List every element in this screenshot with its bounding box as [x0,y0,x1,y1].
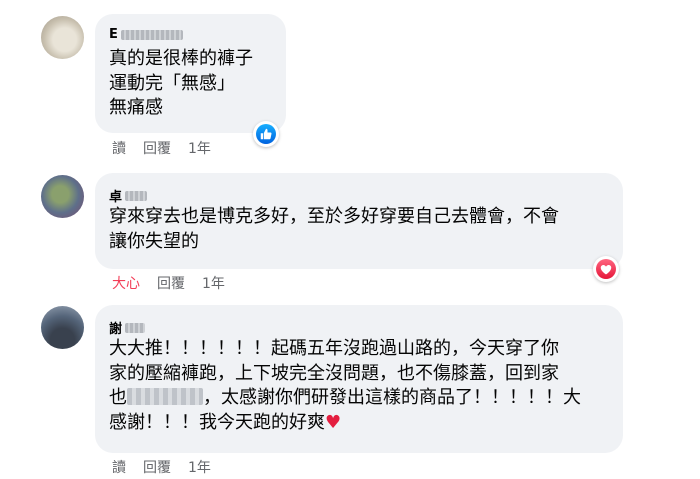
comment-text: 大大推！！！！！！起碼五年沒跑過山路的，今天穿了你 家的壓縮褲跑，上下坡完全沒問… [109,337,581,435]
love-reaction-link[interactable]: 大心 [112,273,140,293]
avatar[interactable] [41,175,84,218]
comment-author[interactable]: 卓 [109,186,148,205]
reaction-badge[interactable] [253,121,279,147]
timestamp[interactable]: 1年 [188,138,211,158]
comment-line: 運動完「無感」 [109,72,235,94]
blurred-name [125,322,146,333]
reply-link[interactable]: 回覆 [143,138,171,158]
comment-actions: 讀 回覆 1年 [112,457,211,477]
comment-author[interactable]: E [109,27,183,42]
timestamp[interactable]: 1年 [188,457,211,477]
comment-bubble: E 真的是很棒的褲子 運動完「無感」 無痛感 [95,14,286,133]
blurred-text [127,388,203,405]
reply-link[interactable]: 回覆 [157,273,185,293]
comment-line-prefix: 也 [109,387,127,408]
comment-line: 大大推！！！！！！起碼五年沒跑過山路的，今天穿了你 [109,338,559,359]
avatar[interactable] [41,306,84,349]
comment-bubble: 謝 大大推！！！！！！起碼五年沒跑過山路的，今天穿了你 家的壓縮褲跑，上下坡完全… [95,305,623,453]
comment-thread: E 真的是很棒的褲子 運動完「無感」 無痛感 讀 回覆 1年 卓 穿來穿去也是博… [0,0,700,479]
comment-text: 真的是很棒的褲子 運動完「無感」 無痛感 [109,47,253,121]
comment-text: 穿來穿去也是博克多好，至於多好穿要自己去體會，不會 讓你失望的 [109,205,559,254]
comment-line: 無痛感 [109,97,163,118]
comment-line: 穿來穿去也是博克多好，至於多好穿要自己去體會，不會 [109,206,559,227]
like-icon [256,124,276,144]
comment-line: 感謝！！！我今天跑的好爽 [109,411,325,433]
comment-actions: 大心 回覆 1年 [112,273,225,293]
comment-actions: 讀 回覆 1年 [112,138,211,158]
avatar[interactable] [41,16,84,59]
heart-emoji-icon: ♥ [325,411,342,433]
comment-author[interactable]: 謝 [109,318,146,337]
comment-line: 真的是很棒的褲子 [109,48,253,69]
blurred-name [120,29,183,40]
read-link[interactable]: 讀 [112,457,126,477]
timestamp[interactable]: 1年 [202,273,225,293]
comment-line: 家的壓縮褲跑，上下坡完全沒問題，也不傷膝蓋，回到家 [109,362,559,384]
read-link[interactable]: 讀 [112,138,126,158]
comment-bubble: 卓 穿來穿去也是博克多好，至於多好穿要自己去體會，不會 讓你失望的 [95,173,623,269]
love-icon [596,259,616,279]
reaction-badge[interactable] [593,256,619,282]
blurred-name [125,190,148,201]
comment-line: ，太感謝你們研發出這樣的商品了！！！！！大 [203,387,581,408]
reply-link[interactable]: 回覆 [143,457,171,477]
comment-line: 讓你失望的 [109,230,199,252]
